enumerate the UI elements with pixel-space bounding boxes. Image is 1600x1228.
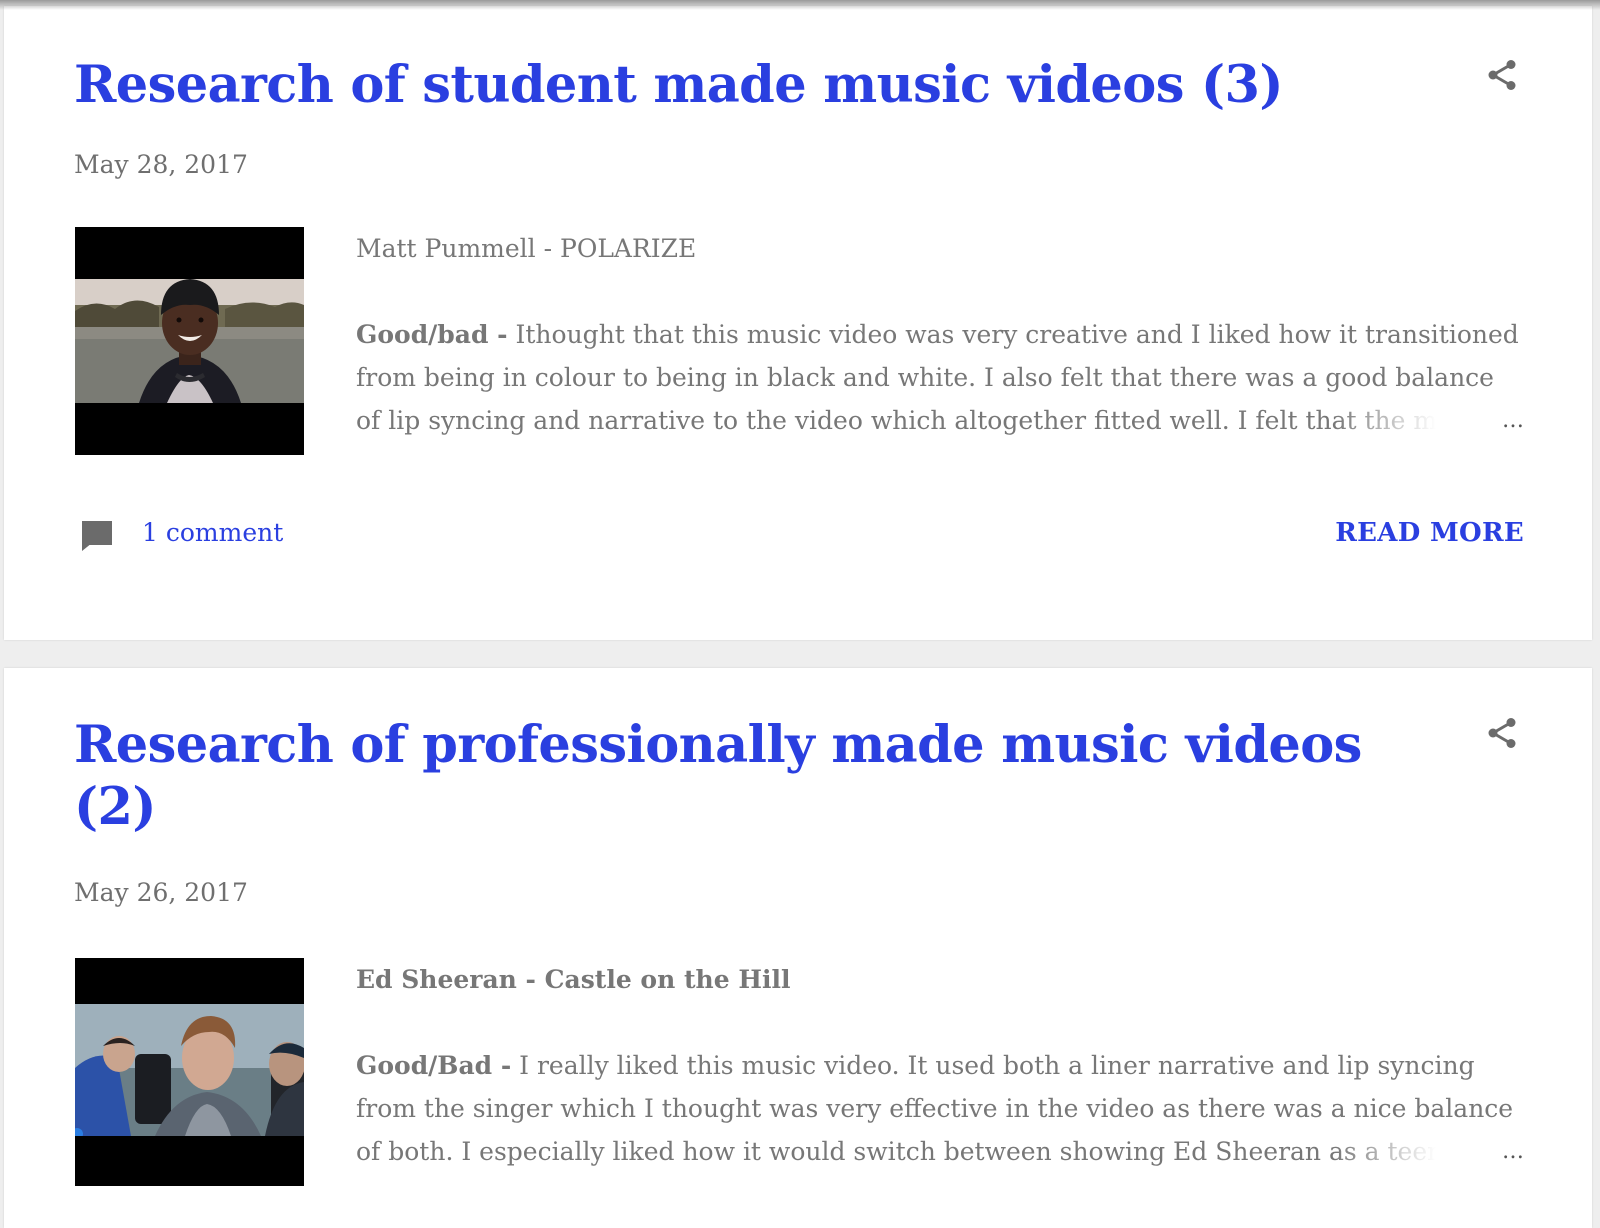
post-thumbnail[interactable] — [75, 958, 304, 1186]
snippet-ellipsis: … — [1454, 399, 1524, 442]
thumbnail-image — [75, 958, 304, 1186]
post-snippet-body: Good/Bad - I really liked this music vid… — [356, 1044, 1524, 1173]
blog-post: Research of professionally made music vi… — [4, 668, 1592, 1228]
post-snippet-body: Good/bad - Ithought that this music vide… — [356, 313, 1524, 442]
post-snippet-subtitle: Ed Sheeran - Castle on the Hill — [356, 965, 791, 994]
blog-post: Research of student made music videos (3… — [4, 6, 1592, 640]
share-icon[interactable] — [1484, 56, 1520, 94]
comment-count-link[interactable]: 1 comment — [142, 518, 283, 547]
comment-icon[interactable] — [78, 518, 116, 554]
snippet-ellipsis: … — [1454, 1130, 1524, 1173]
post-date: May 26, 2017 — [74, 878, 248, 907]
post-snippet-label: Good/Bad - — [356, 1051, 512, 1080]
post-snippet-label: Good/bad - — [356, 320, 508, 349]
post-thumbnail[interactable] — [75, 227, 304, 455]
post-title-link[interactable]: Research of professionally made music vi… — [74, 714, 1414, 838]
top-shadow — [0, 0, 1600, 10]
post-snippet-subtitle: Matt Pummell - POLARIZE — [356, 234, 697, 263]
thumbnail-image — [75, 227, 304, 455]
read-more-link[interactable]: READ MORE — [1335, 518, 1524, 548]
post-snippet: Matt Pummell - POLARIZE Good/bad - Ithou… — [356, 227, 1524, 442]
post-date: May 28, 2017 — [74, 150, 248, 179]
post-snippet: Ed Sheeran - Castle on the Hill Good/Bad… — [356, 958, 1524, 1173]
post-title-link[interactable]: Research of student made music videos (3… — [74, 54, 1414, 116]
share-icon[interactable] — [1484, 714, 1520, 752]
